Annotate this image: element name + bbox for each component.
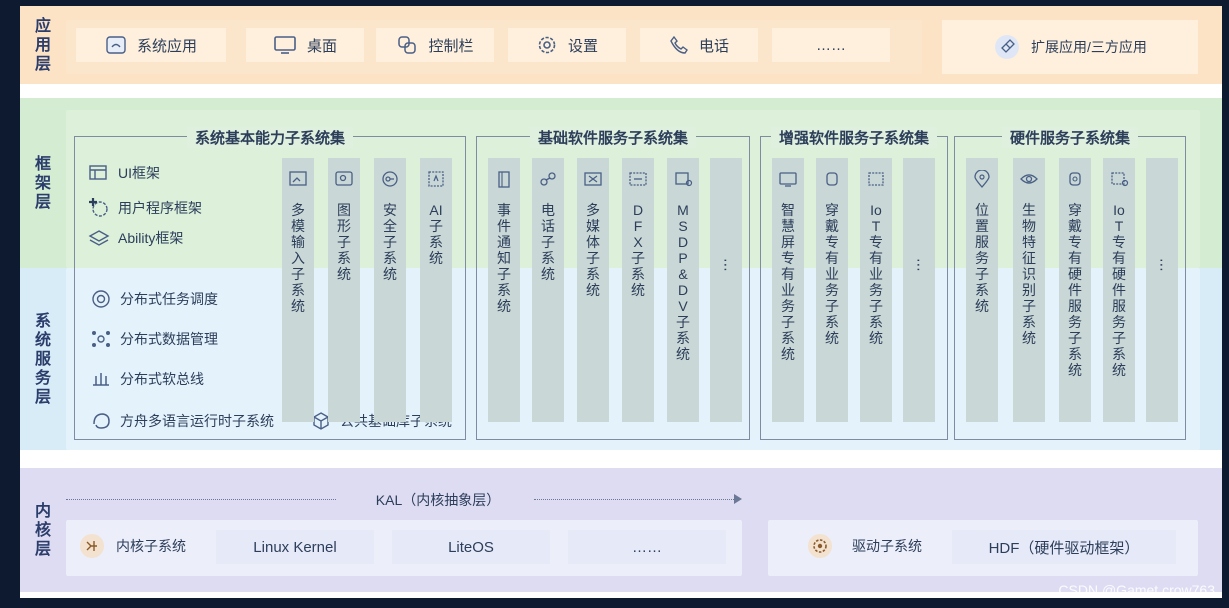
kernel-subsystem-label: 内核子系统 [78, 532, 186, 560]
subsystem-location: 位置服务子系统 [966, 158, 998, 422]
kernel-more: …… [568, 530, 726, 564]
subsystem-iot-business: IoT专有业务子系统 [860, 158, 892, 422]
iot-hardware-icon [1111, 172, 1129, 187]
watch-icon [826, 172, 838, 186]
app-tile-settings: 设置 [508, 28, 626, 62]
architecture-diagram: 应 用 层 系统应用 桌面 控制栏 设置 电话 …… 扩展应用/三方应用 框 架… [20, 6, 1222, 598]
softbus-icon [93, 373, 109, 386]
subsystem-iot-hardware: IoT专有硬件服务子系统 [1103, 158, 1135, 422]
smart-screen-icon [779, 172, 797, 187]
eye-icon [1020, 174, 1038, 184]
subsystem-ai: AI子系统 [420, 158, 452, 422]
msdp-icon [675, 172, 693, 187]
app-tile-control-bar: 控制栏 [376, 28, 494, 62]
subsystem-event-notification: 事件通知子系统 [488, 158, 520, 422]
app-tile-system: 系统应用 [76, 28, 226, 62]
group-title-software: 基础软件服务子系统集 [529, 127, 697, 148]
distributed-item-softbus: 分布式软总线 [90, 368, 204, 390]
subsystem-wearable-hardware: 穿戴专有硬件服务子系统 [1059, 158, 1091, 422]
subsystem-telephony: 电话子系统 [532, 158, 564, 422]
group-title-basic: 系统基本能力子系统集 [186, 127, 354, 148]
layer-label-kernel: 内 核 层 [34, 502, 51, 558]
subsystem-software-more: ⋯ [710, 158, 742, 422]
security-key-icon [382, 171, 398, 187]
ui-framework-icon [89, 165, 107, 180]
framework-item-ui: UI框架 [88, 163, 160, 183]
control-bar-icon [398, 36, 417, 54]
system-app-icon [106, 36, 126, 54]
kernel-linux: Linux Kernel [216, 530, 374, 564]
app-tile-phone: 电话 [640, 28, 758, 62]
subsystem-smart-screen: 智慧屏专有业务子系统 [772, 158, 804, 422]
subsystem-multimodal-input: 多模输入子系统 [282, 158, 314, 422]
telephony-icon [540, 172, 556, 186]
data-management-icon [92, 331, 110, 347]
desktop-icon [274, 36, 296, 54]
subsystem-multimedia: 多媒体子系统 [577, 158, 609, 422]
application-layer: 应 用 层 系统应用 桌面 控制栏 设置 电话 …… 扩展应用/三方应用 [20, 6, 1222, 84]
subsystem-security: 安全子系统 [374, 158, 406, 422]
layer-label-service: 系 统 服 务 层 [34, 312, 51, 406]
distributed-item-runtime: 方舟多语言运行时子系统 [90, 410, 274, 432]
group-title-enhanced: 增强软件服务子系统集 [770, 127, 938, 148]
wearable-icon [1069, 172, 1081, 186]
kernel-hdf: HDF（硬件驱动框架） [952, 530, 1176, 564]
third-party-app-tile: 扩展应用/三方应用 [942, 20, 1198, 74]
layers-icon [88, 230, 110, 246]
iot-icon [868, 172, 884, 186]
subsystem-enhanced-more: ⋯ [903, 158, 935, 422]
subsystem-wearable-business: 穿戴专有业务子系统 [816, 158, 848, 422]
subsystem-hardware-more: ⋯ [1146, 158, 1178, 422]
layer-label-app: 应 用 层 [34, 17, 51, 73]
distributed-item-data: 分布式数据管理 [90, 328, 218, 350]
group-title-hardware: 硬件服务子系统集 [1001, 127, 1139, 148]
framework-item-ability: Ability框架 [88, 228, 183, 248]
kernel-icon [80, 534, 104, 558]
graphics-icon [335, 171, 353, 186]
kal-bar: KAL（内核抽象层） [66, 490, 746, 508]
ai-chip-icon [428, 171, 444, 187]
phone-icon [670, 35, 688, 54]
dfx-icon [629, 172, 647, 186]
subsystem-msdp-dv: MSDP&DV子系统 [667, 158, 699, 422]
subsystem-graphics: 图形子系统 [328, 158, 360, 422]
layer-label-framework: 框 架 层 [34, 155, 51, 211]
distributed-item-task: 分布式任务调度 [90, 288, 218, 310]
driver-gear-icon [808, 534, 832, 558]
subsystem-dfx: DFX子系统 [622, 158, 654, 422]
app-tile-desktop: 桌面 [246, 28, 364, 62]
driver-subsystem-label: 驱动子系统 [806, 532, 922, 560]
task-scheduling-icon [92, 290, 110, 308]
multimedia-icon [584, 172, 602, 186]
user-program-icon [89, 198, 108, 217]
extension-app-icon [995, 35, 1020, 59]
watermark: CSDN @Gamet crow763 [1058, 582, 1215, 598]
location-pin-icon [974, 170, 990, 188]
input-icon [289, 171, 307, 186]
gear-icon [538, 36, 556, 54]
runtime-icon [93, 413, 110, 429]
subsystem-biometrics: 生物特征识别子系统 [1013, 158, 1045, 422]
framework-item-user-program: 用户程序框架 [88, 197, 202, 219]
kal-arrow [734, 494, 742, 504]
kernel-liteos: LiteOS [392, 530, 550, 564]
app-tile-more: …… [772, 28, 890, 62]
kal-label: KAL（内核抽象层） [375, 492, 501, 508]
kernel-layer: 内 核 层 KAL（内核抽象层） 内核子系统 Linux Kernel Lite… [20, 468, 1222, 592]
notification-icon [498, 171, 510, 188]
